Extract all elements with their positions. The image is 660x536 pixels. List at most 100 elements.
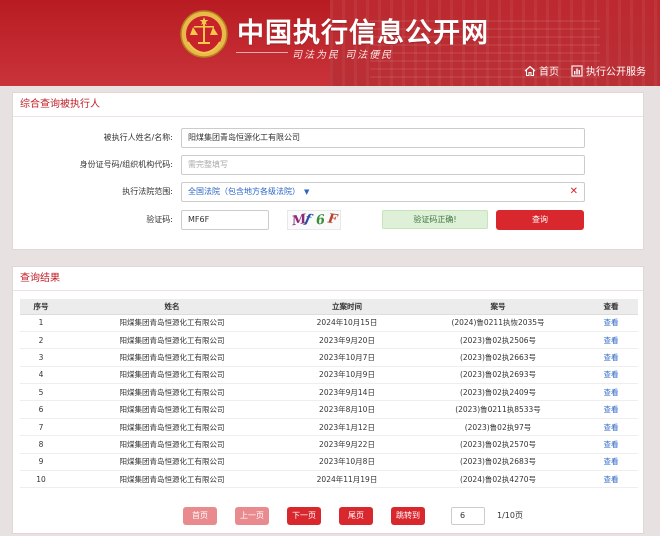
top-nav: 首页 执行公开服务 bbox=[524, 63, 646, 78]
row-case: (2023)鲁02执2693号 bbox=[412, 366, 584, 385]
row-name: 阳煤集团青岛恒源化工有限公司 bbox=[62, 366, 282, 385]
prev-page-button[interactable]: 上一页 bbox=[235, 507, 269, 525]
captcha-input[interactable]: MF6F bbox=[181, 210, 269, 230]
table-row: 10 阳煤集团青岛恒源化工有限公司 2024年11月19日 (2024)鲁02执… bbox=[20, 470, 638, 489]
query-button[interactable]: 查询 bbox=[496, 210, 584, 230]
view-link[interactable]: 查看 bbox=[604, 405, 619, 414]
row-date: 2023年9月14日 bbox=[282, 383, 412, 402]
row-date: 2023年10月9日 bbox=[282, 366, 412, 385]
view-link[interactable]: 查看 bbox=[604, 388, 619, 397]
clear-icon[interactable]: ✕ bbox=[570, 183, 578, 201]
captcha-row: 验证码: MF6F M f 6 F 验证码正确! 查询 bbox=[13, 210, 645, 230]
results-panel-title: 查询结果 bbox=[13, 267, 643, 291]
view-link[interactable]: 查看 bbox=[604, 318, 619, 327]
table-row: 2 阳煤集团青岛恒源化工有限公司 2023年9月20日 (2023)鲁02执25… bbox=[20, 331, 638, 350]
table-row: 5 阳煤集团青岛恒源化工有限公司 2023年9月14日 (2023)鲁02执24… bbox=[20, 383, 638, 402]
row-name: 阳煤集团青岛恒源化工有限公司 bbox=[62, 331, 282, 350]
row-case: (2023)鲁02执2506号 bbox=[412, 331, 584, 350]
view-link[interactable]: 查看 bbox=[604, 336, 619, 345]
nav-home-label: 首页 bbox=[539, 67, 559, 78]
jump-page-button[interactable]: 跳转到 bbox=[391, 507, 425, 525]
captcha-label: 验证码: bbox=[146, 215, 173, 224]
row-name: 阳煤集团青岛恒源化工有限公司 bbox=[62, 435, 282, 454]
column-header: 案号 bbox=[412, 299, 584, 315]
table-row: 7 阳煤集团青岛恒源化工有限公司 2023年1月12日 (2023)鲁02执97… bbox=[20, 418, 638, 437]
row-case: (2024)鲁02执4270号 bbox=[412, 470, 584, 489]
home-icon bbox=[524, 65, 536, 76]
row-date: 2024年10月15日 bbox=[282, 314, 412, 332]
row-name: 阳煤集团青岛恒源化工有限公司 bbox=[62, 314, 282, 332]
row-number: 4 bbox=[20, 366, 62, 385]
row-date: 2023年1月12日 bbox=[282, 418, 412, 437]
results-table: 序号 姓名 立案时间 案号 查看 1 阳煤集团青岛恒源化工有限公司 2024年1… bbox=[20, 299, 638, 489]
name-row: 被执行人姓名/名称: 阳煤集团青岛恒源化工有限公司 bbox=[13, 128, 645, 148]
captcha-char: 6 bbox=[315, 212, 326, 229]
column-header: 查看 bbox=[584, 299, 638, 315]
row-number: 6 bbox=[20, 400, 62, 419]
page-number-input[interactable]: 6 bbox=[451, 507, 485, 525]
view-link[interactable]: 查看 bbox=[604, 475, 619, 484]
table-row: 8 阳煤集团青岛恒源化工有限公司 2023年9月22日 (2023)鲁02执25… bbox=[20, 435, 638, 454]
row-date: 2023年8月10日 bbox=[282, 400, 412, 419]
row-case: (2023)鲁02执2683号 bbox=[412, 453, 584, 472]
name-label: 被执行人姓名/名称: bbox=[103, 133, 173, 142]
nav-public-service[interactable]: 执行公开服务 bbox=[571, 63, 646, 78]
row-name: 阳煤集团青岛恒源化工有限公司 bbox=[62, 348, 282, 367]
row-number: 10 bbox=[20, 470, 62, 489]
column-header: 序号 bbox=[20, 299, 62, 315]
row-name: 阳煤集团青岛恒源化工有限公司 bbox=[62, 383, 282, 402]
nav-public-service-label: 执行公开服务 bbox=[586, 67, 646, 78]
row-number: 7 bbox=[20, 418, 62, 437]
row-number: 1 bbox=[20, 314, 62, 332]
row-number: 3 bbox=[20, 348, 62, 367]
row-number: 5 bbox=[20, 383, 62, 402]
row-case: (2023)鲁02执97号 bbox=[412, 418, 584, 437]
column-header: 姓名 bbox=[62, 299, 282, 315]
column-header: 立案时间 bbox=[282, 299, 412, 315]
next-page-button[interactable]: 下一页 bbox=[287, 507, 321, 525]
search-panel: 综合查询被执行人 被执行人姓名/名称: 阳煤集团青岛恒源化工有限公司 身份证号码… bbox=[12, 92, 644, 250]
id-label: 身份证号码/组织机构代码: bbox=[79, 160, 173, 169]
row-name: 阳煤集团青岛恒源化工有限公司 bbox=[62, 400, 282, 419]
nav-home[interactable]: 首页 bbox=[524, 63, 559, 78]
site-title: 中国执行信息公开网 bbox=[237, 18, 489, 49]
first-page-button[interactable]: 首页 bbox=[183, 507, 217, 525]
view-link[interactable]: 查看 bbox=[604, 353, 619, 362]
pagination: 首页 上一页 下一页 尾页 跳转到 6 1/10页 bbox=[13, 507, 645, 527]
name-input[interactable]: 阳煤集团青岛恒源化工有限公司 bbox=[181, 128, 585, 148]
row-date: 2023年10月7日 bbox=[282, 348, 412, 367]
court-select[interactable]: 全国法院（包含地方各级法院） ▼ ✕ bbox=[181, 182, 585, 202]
results-panel: 查询结果 序号 姓名 立案时间 案号 查看 1 阳煤集团青岛恒源化工有限公司 2… bbox=[12, 266, 644, 534]
row-number: 8 bbox=[20, 435, 62, 454]
row-number: 9 bbox=[20, 453, 62, 472]
captcha-image[interactable]: M f 6 F bbox=[287, 210, 341, 230]
court-emblem-icon bbox=[180, 10, 228, 58]
row-name: 阳煤集团青岛恒源化工有限公司 bbox=[62, 453, 282, 472]
row-case: (2024)鲁0211执恢2035号 bbox=[412, 314, 584, 332]
view-link[interactable]: 查看 bbox=[604, 457, 619, 466]
row-case: (2023)鲁02执2570号 bbox=[412, 435, 584, 454]
page-count: 1/10页 bbox=[497, 511, 523, 520]
row-date: 2024年11月19日 bbox=[282, 470, 412, 489]
row-date: 2023年10月8日 bbox=[282, 453, 412, 472]
row-date: 2023年9月20日 bbox=[282, 331, 412, 350]
view-link[interactable]: 查看 bbox=[604, 370, 619, 379]
row-name: 阳煤集团青岛恒源化工有限公司 bbox=[62, 470, 282, 489]
row-number: 2 bbox=[20, 331, 62, 350]
id-row: 身份证号码/组织机构代码: 需完整填写 bbox=[13, 155, 645, 175]
chart-icon bbox=[571, 64, 583, 77]
view-link[interactable]: 查看 bbox=[604, 440, 619, 449]
table-row: 9 阳煤集团青岛恒源化工有限公司 2023年10月8日 (2023)鲁02执26… bbox=[20, 453, 638, 472]
table-row: 4 阳煤集团青岛恒源化工有限公司 2023年10月9日 (2023)鲁02执26… bbox=[20, 366, 638, 385]
row-case: (2023)鲁02执2663号 bbox=[412, 348, 584, 367]
id-input[interactable]: 需完整填写 bbox=[181, 155, 585, 175]
captcha-status-badge: 验证码正确! bbox=[382, 210, 488, 229]
table-row: 1 阳煤集团青岛恒源化工有限公司 2024年10月15日 (2024)鲁0211… bbox=[20, 314, 638, 332]
captcha-char: F bbox=[327, 211, 339, 228]
row-date: 2023年9月22日 bbox=[282, 435, 412, 454]
view-link[interactable]: 查看 bbox=[604, 423, 619, 432]
row-name: 阳煤集团青岛恒源化工有限公司 bbox=[62, 418, 282, 437]
slogan-divider bbox=[236, 52, 288, 53]
last-page-button[interactable]: 尾页 bbox=[339, 507, 373, 525]
court-row: 执行法院范围: 全国法院（包含地方各级法院） ▼ ✕ bbox=[13, 182, 645, 202]
